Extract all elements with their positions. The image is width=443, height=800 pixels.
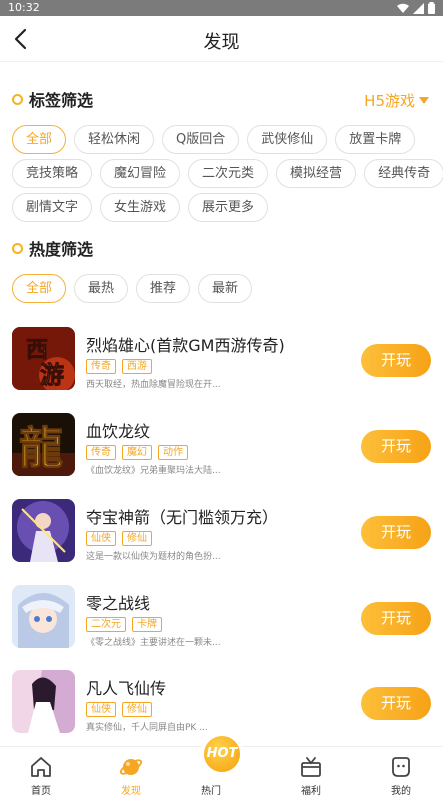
game-title: 烈焰雄心(首款GM西游传奇): [86, 336, 285, 355]
tag-row-3: 剧情文字 女生游戏 展示更多: [12, 193, 269, 222]
game-tag: 修仙: [122, 531, 152, 546]
game-tag: 二次元: [86, 617, 126, 632]
game-tag: 仙侠: [86, 702, 116, 717]
game-title: 零之战线: [86, 594, 151, 613]
game-description: 《零之战线》主要讲述在一颗未...: [86, 638, 221, 648]
play-button[interactable]: 开玩: [361, 430, 431, 463]
game-tag: 修仙: [122, 702, 152, 717]
tag-story[interactable]: 剧情文字: [12, 193, 93, 222]
discover-screen: 10:32 发现 标签筛选 H5游戏 全部 轻松休闲 Q版回合 武侠修仙 放置卡…: [0, 0, 443, 800]
play-button[interactable]: 开玩: [361, 516, 431, 549]
tag-row-2: 竞技策略 魔幻冒险 二次元类 模拟经营 经典传奇: [12, 159, 443, 188]
game-tags: 二次元 卡牌: [86, 617, 162, 632]
game-tags: 传奇 魔幻 动作: [86, 445, 188, 460]
xiyou-game-icon: 西 游: [12, 327, 75, 390]
platform-value: H5游戏: [364, 92, 415, 110]
play-button[interactable]: 开玩: [361, 602, 431, 635]
gift-icon: [301, 757, 321, 777]
game-item[interactable]: 零之战线 二次元 卡牌 《零之战线》主要讲述在一颗未... 开玩: [0, 585, 443, 665]
platform-dropdown[interactable]: H5游戏: [364, 90, 429, 111]
tag-fantasy[interactable]: 魔幻冒险: [100, 159, 181, 188]
nav-hot[interactable]: HOT 热门: [181, 733, 243, 800]
hot-recommended[interactable]: 推荐: [136, 274, 191, 303]
anime-game-icon: [12, 585, 75, 648]
hot-filter-heading: 热度筛选: [12, 236, 93, 260]
wifi-icon: [397, 3, 409, 13]
tag-legend[interactable]: 经典传奇: [364, 159, 443, 188]
nav-home[interactable]: 首页: [11, 747, 71, 800]
nav-label: 首页: [31, 786, 51, 797]
page-title: 发现: [203, 32, 240, 53]
game-description: 西天取经，热血除魔冒险现在开...: [86, 380, 221, 390]
nav-label: 我的: [391, 786, 411, 797]
hot-all[interactable]: 全部: [12, 274, 67, 303]
hot-hottest[interactable]: 最热: [74, 274, 129, 303]
game-tag: 仙侠: [86, 531, 116, 546]
play-button[interactable]: 开玩: [361, 344, 431, 377]
game-description: 这是一款以仙侠为题材的角色扮...: [86, 552, 221, 562]
nav-welfare[interactable]: 福利: [281, 747, 341, 800]
nav-label: 福利: [301, 786, 321, 797]
game-tag: 传奇: [86, 359, 116, 374]
game-tag: 传奇: [86, 445, 116, 460]
game-title: 夺宝神箭（无门槛领万充）: [86, 508, 279, 527]
tag-casual[interactable]: 轻松休闲: [74, 125, 155, 154]
tag-wuxia[interactable]: 武侠修仙: [247, 125, 328, 154]
game-tags: 传奇 西游: [86, 359, 152, 374]
section-dot-icon: [12, 93, 23, 105]
game-description: 真实修仙，千人同屏自由PK ...: [86, 723, 208, 733]
game-tag: 动作: [158, 445, 188, 460]
hot-filter-row: 全部 最热 推荐 最新: [12, 274, 253, 303]
game-item[interactable]: 夺宝神箭（无门槛领万充） 仙侠 修仙 这是一款以仙侠为题材的角色扮... 开玩: [0, 499, 443, 579]
hot-newest[interactable]: 最新: [198, 274, 253, 303]
tag-q-turn[interactable]: Q版回合: [162, 125, 240, 154]
nav-label: 热门: [201, 786, 221, 797]
tag-simulation[interactable]: 模拟经营: [276, 159, 357, 188]
game-description: 《血饮龙纹》兄弟重聚玛法大陆...: [86, 466, 221, 476]
home-icon: [31, 757, 51, 777]
signal-icon: [413, 2, 424, 14]
tag-female[interactable]: 女生游戏: [100, 193, 181, 222]
nav-mine[interactable]: 我的: [371, 747, 431, 800]
play-button[interactable]: 开玩: [361, 687, 431, 720]
game-title: 凡人飞仙传: [86, 679, 167, 698]
status-bar: 10:32: [0, 0, 443, 16]
game-item[interactable]: 龍 血饮龙纹 传奇 魔幻 动作 《血饮龙纹》兄弟重聚玛法大陆... 开玩: [0, 413, 443, 493]
game-title: 血饮龙纹: [86, 422, 151, 441]
game-tags: 仙侠 修仙: [86, 531, 152, 546]
svg-text:游: 游: [40, 360, 64, 389]
tag-row-1: 全部 轻松休闲 Q版回合 武侠修仙 放置卡牌: [12, 125, 416, 154]
game-tag: 魔幻: [122, 445, 152, 460]
hot-filter-title: 热度筛选: [29, 240, 94, 259]
status-time: 10:32: [8, 1, 40, 14]
planet-icon: [119, 759, 143, 775]
tag-idle-card[interactable]: 放置卡牌: [335, 125, 416, 154]
tag-anime[interactable]: 二次元类: [188, 159, 269, 188]
dropdown-triangle-icon: [419, 97, 429, 104]
battery-icon: [428, 2, 435, 14]
tag-all[interactable]: 全部: [12, 125, 67, 154]
game-tags: 仙侠 修仙: [86, 702, 152, 717]
bottom-nav: 首页 发现 HOT 热门 福利 我的: [0, 733, 443, 800]
user-face-icon: [392, 757, 410, 777]
status-icons: [397, 2, 435, 14]
game-tag: 西游: [122, 359, 152, 374]
hot-badge-icon: HOT: [201, 733, 243, 775]
tag-strategy[interactable]: 竞技策略: [12, 159, 93, 188]
dragon-game-icon: 龍: [12, 413, 75, 476]
fairy-game-icon: [12, 670, 75, 733]
game-item[interactable]: 西 游 烈焰雄心(首款GM西游传奇) 传奇 西游 西天取经，热血除魔冒险现在开.…: [0, 327, 443, 407]
nav-discover[interactable]: 发现: [101, 747, 161, 800]
tag-filter-heading: 标签筛选: [12, 87, 93, 111]
svg-text:龍: 龍: [19, 423, 63, 474]
tag-filter-title: 标签筛选: [29, 91, 94, 110]
archer-game-icon: [12, 499, 75, 562]
section-dot-icon: [12, 242, 23, 254]
header: 发现: [0, 16, 443, 62]
tag-show-more[interactable]: 展示更多: [188, 193, 269, 222]
game-tag: 卡牌: [132, 617, 162, 632]
nav-label: 发现: [121, 786, 141, 797]
